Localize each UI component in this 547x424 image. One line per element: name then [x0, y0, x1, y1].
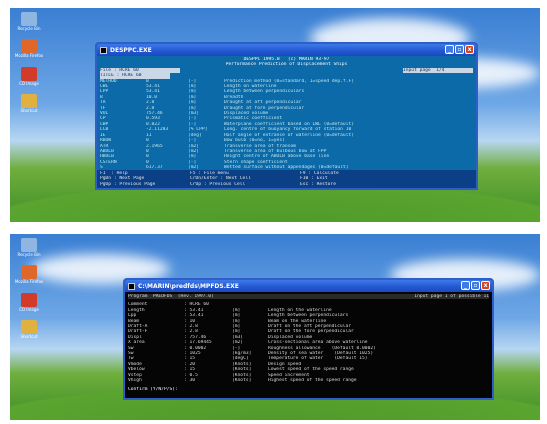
shortcut-icon: [21, 94, 37, 109]
maximize-button[interactable]: ▫: [471, 281, 480, 290]
desktop-icon-label: Recycle Bin: [17, 26, 41, 31]
desktop-icon[interactable]: Mozilla Firefox: [12, 39, 46, 58]
desktop-icon-label: Recycle Bin: [17, 252, 41, 257]
function-key-hint: PgUp : Previous Page: [100, 181, 156, 187]
desktop-icon[interactable]: Mozilla Firefox: [12, 265, 46, 284]
desktop-icon-label: CD Image: [19, 80, 39, 86]
param-name: Vhigh: [128, 378, 142, 384]
desktop-icon[interactable]: Recycle Bin: [12, 238, 46, 257]
shortcut-icon: [21, 66, 37, 81]
program-header: Program PREDFDS (Rev. 1997.0): [128, 294, 214, 299]
minimize-button[interactable]: _: [461, 281, 470, 290]
desktop-icon-label: Mozilla Firefox: [14, 53, 44, 59]
close-button[interactable]: x: [481, 281, 490, 290]
table-row[interactable]: Vhigh : 30 [Knots] Highest speed of the spe…: [128, 378, 489, 383]
desktop-icon[interactable]: Recycle Bin: [12, 12, 46, 31]
function-key-hint: CrUp : Previous Cell: [190, 181, 246, 187]
function-key-bar: F1 : Help F5 : File menu F9 : Calculate PgD…: [97, 169, 476, 188]
console-area[interactable]: DESPPC 1995.0 (c) MARIN 93-97 Performanc…: [97, 56, 476, 188]
page-indicator: Input page 1 of possible 11: [414, 294, 489, 299]
window-titlebar[interactable]: C:\MARIN\predfds\MPFDS.EXE _ ▫ x: [125, 280, 492, 292]
param-value[interactable]: : 30: [184, 378, 232, 383]
close-button[interactable]: x: [465, 45, 474, 54]
shortcut-icon: [21, 292, 37, 307]
page-indicator: Input page 1/4: [403, 67, 473, 74]
window-title: DESPPC.EXE: [110, 46, 152, 54]
function-key-row: PgUp : Previous Page CrUp : Previous Cell…: [100, 182, 473, 187]
param-description: Highest speed of the speed range: [268, 378, 357, 384]
shortcut-icon: [21, 39, 37, 54]
parameter-table: METHOD 0 [-] Prediction method (0=standard,…: [100, 79, 473, 171]
param-unit: [Knots]: [232, 378, 252, 384]
confirm-prompt[interactable]: Confirm (Y/N/P/S):: [128, 387, 489, 392]
window-title: C:\MARIN\predfds\MPFDS.EXE: [138, 282, 239, 290]
shortcut-icon: [21, 320, 37, 335]
mpfds-window[interactable]: C:\MARIN\predfds\MPFDS.EXE _ ▫ x Program…: [123, 278, 494, 400]
function-key-hint: Esc : Restore: [300, 181, 336, 187]
window-titlebar[interactable]: DESPPC.EXE _ ▫ x: [97, 44, 476, 56]
console-area[interactable]: Program PREDFDS (Rev. 1997.0) Input page…: [125, 292, 492, 398]
desktop-icon-label: Mozilla Firefox: [14, 279, 44, 285]
console-app-icon: [128, 282, 135, 290]
shortcut-icon: [21, 238, 37, 252]
desktop-icons: Recycle Bin Mozilla Firefox CD Image Shortc…: [12, 12, 46, 122]
maximize-button[interactable]: ▫: [455, 45, 464, 54]
shortcut-icon: [21, 12, 37, 26]
bottom-screenshot: Recycle Bin Mozilla Firefox CD Image Shortc…: [10, 234, 540, 420]
desktop-icons: Recycle Bin Mozilla Firefox CD Image Shortc…: [12, 238, 46, 348]
desktop-icon-label: CD Image: [19, 306, 39, 312]
minimize-button[interactable]: _: [445, 45, 454, 54]
console-app-icon: [100, 46, 107, 54]
desktop-icon[interactable]: CD Image: [12, 66, 46, 86]
desktop-icon[interactable]: Shortcut: [12, 320, 46, 339]
shortcut-icon: [21, 265, 37, 280]
top-screenshot: Recycle Bin Mozilla Firefox CD Image Shortc…: [10, 8, 540, 222]
parameter-table: Comment: HCRE 60 Length: 53.41 [m] Length o…: [128, 302, 489, 383]
desktop-icon[interactable]: Shortcut: [12, 94, 46, 113]
desktop-icon[interactable]: CD Image: [12, 292, 46, 312]
desktop-icon-label: Shortcut: [20, 108, 38, 114]
desktop-icon-label: Shortcut: [20, 334, 38, 340]
desppc-window[interactable]: DESPPC.EXE _ ▫ x DESPPC 1995.0 (c) MARIN…: [95, 42, 478, 190]
